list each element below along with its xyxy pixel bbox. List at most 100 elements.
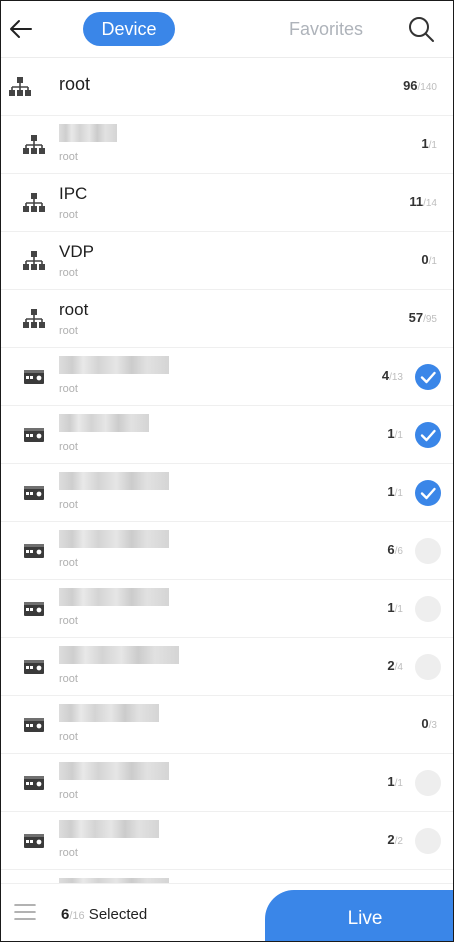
item-title: VDP: [59, 242, 94, 261]
redacted-name: [59, 704, 159, 722]
org-tree-icon: [23, 250, 45, 272]
checked-icon[interactable]: [415, 422, 441, 448]
online-count: 1/1: [387, 484, 403, 499]
online-count: 1/1: [387, 600, 403, 615]
list-item[interactable]: root 1/1: [1, 464, 453, 522]
redacted-name: [59, 820, 159, 838]
recorder-icon: [23, 656, 45, 678]
unchecked-icon[interactable]: [415, 770, 441, 796]
selected-label: Selected: [84, 906, 148, 923]
list-item[interactable]: root 1/1: [1, 754, 453, 812]
recorder-icon: [23, 482, 45, 504]
list-item[interactable]: root 2/2: [1, 812, 453, 870]
online-number: 1: [387, 600, 395, 615]
redacted-name: [59, 356, 169, 374]
list-item[interactable]: VDP root 0/1: [1, 232, 453, 290]
total-number: /6: [394, 546, 403, 557]
online-number: 57: [408, 310, 424, 325]
total-number: /1: [394, 604, 403, 615]
item-path: root: [59, 441, 78, 453]
recorder-icon: [23, 772, 45, 794]
list-item[interactable]: root 6/6: [1, 522, 453, 580]
item-path: root: [59, 847, 78, 859]
org-tree-icon: [9, 76, 31, 98]
menu-icon[interactable]: [13, 902, 37, 922]
unchecked-icon[interactable]: [415, 596, 441, 622]
online-number: 1: [387, 426, 395, 441]
list-item[interactable]: root 0/3: [1, 696, 453, 754]
list-item[interactable]: root 96/140: [1, 58, 453, 116]
online-count: 96/140: [403, 78, 437, 93]
online-number: 0: [421, 252, 429, 267]
item-path: root: [59, 673, 78, 685]
device-list: root 96/140 root 1/1 IPC root 11/14 VDP root 0/1 r…: [1, 58, 453, 885]
item-path: root: [59, 267, 78, 279]
total-number: /3: [428, 720, 437, 731]
online-number: 6: [387, 542, 395, 557]
online-count: 0/3: [421, 716, 437, 731]
total-number: /1: [428, 140, 437, 151]
item-path: root: [59, 209, 78, 221]
top-bar: Device Favorites: [1, 1, 453, 58]
item-path: root: [59, 499, 78, 511]
unchecked-icon[interactable]: [415, 654, 441, 680]
online-number: 96: [403, 78, 418, 93]
recorder-icon: [23, 714, 45, 736]
app-frame: Device Favorites root 96/140 root 1/1 IPC roo…: [0, 0, 454, 942]
item-title: IPC: [59, 184, 88, 203]
list-item[interactable]: root 1/1: [1, 406, 453, 464]
list-item[interactable]: root 1/1: [1, 116, 453, 174]
list-item[interactable]: root 1/1: [1, 580, 453, 638]
item-path: root: [59, 615, 78, 627]
item-title: root: [59, 74, 91, 94]
item-title: root: [59, 300, 89, 319]
unchecked-icon[interactable]: [415, 538, 441, 564]
org-tree-icon: [23, 192, 45, 214]
total-number: /4: [394, 662, 403, 673]
tab-favorites[interactable]: Favorites: [271, 14, 381, 44]
recorder-icon: [23, 540, 45, 562]
item-path: root: [59, 789, 78, 801]
list-item[interactable]: root root 57/95: [1, 290, 453, 348]
total-number: /140: [417, 82, 437, 93]
online-count: 2/2: [387, 832, 403, 847]
total-number: /95: [423, 314, 437, 325]
redacted-name: [59, 124, 117, 142]
redacted-name: [59, 472, 169, 490]
online-count: 2/4: [387, 658, 403, 673]
online-count: 1/1: [387, 426, 403, 441]
total-number: /1: [394, 778, 403, 789]
checked-icon[interactable]: [415, 480, 441, 506]
total-number: /13: [389, 372, 403, 383]
redacted-name: [59, 530, 169, 548]
selected-total: /16: [69, 910, 85, 922]
list-item[interactable]: root 2/4: [1, 638, 453, 696]
redacted-name: [59, 762, 169, 780]
redacted-name: [59, 414, 149, 432]
online-count: 0/1: [421, 252, 437, 267]
unchecked-icon[interactable]: [415, 828, 441, 854]
item-path: root: [59, 325, 78, 337]
online-count: 1/1: [387, 774, 403, 789]
search-icon[interactable]: [405, 13, 437, 45]
item-path: root: [59, 557, 78, 569]
total-number: /2: [394, 836, 403, 847]
total-number: /1: [394, 430, 403, 441]
tab-device[interactable]: Device: [83, 12, 175, 46]
list-item[interactable]: IPC root 11/14: [1, 174, 453, 232]
online-count: 4/13: [382, 368, 403, 383]
online-count: 11/14: [409, 194, 437, 209]
recorder-icon: [23, 366, 45, 388]
bottom-bar: 6/16 Selected Live: [1, 883, 453, 941]
online-number: 1: [387, 774, 395, 789]
online-number: 1: [421, 136, 429, 151]
recorder-icon: [23, 598, 45, 620]
live-button[interactable]: Live: [265, 890, 453, 941]
list-item[interactable]: root 4/13: [1, 348, 453, 406]
recorder-icon: [23, 424, 45, 446]
redacted-name: [59, 588, 169, 606]
selected-count: 6/16 Selected: [61, 906, 147, 923]
back-arrow-icon[interactable]: [7, 15, 35, 43]
checked-icon[interactable]: [415, 364, 441, 390]
online-count: 6/6: [387, 542, 403, 557]
